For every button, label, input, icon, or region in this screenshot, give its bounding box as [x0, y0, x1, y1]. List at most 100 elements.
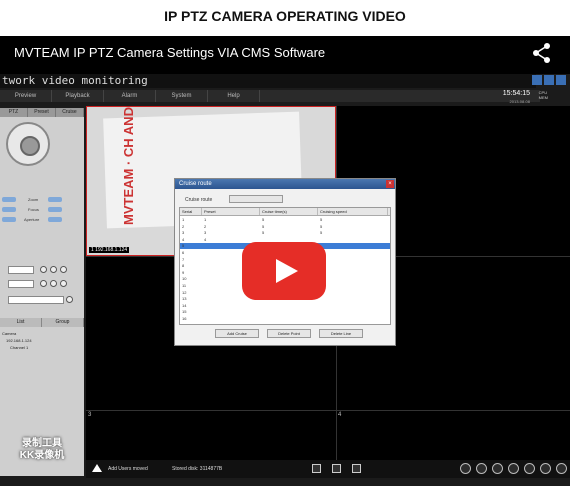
clock-time: 15:54:15 [502, 90, 530, 97]
dialog-mode-input [229, 195, 283, 203]
share-icon[interactable] [532, 42, 552, 64]
clock-date: 2013-08-08 [509, 99, 530, 104]
layout-1-icon [460, 463, 471, 474]
focus-label: Focus [28, 207, 39, 212]
dialog-title: Cruise route [179, 181, 212, 187]
tab-preset: Preset [28, 108, 56, 117]
page-heading: IP PTZ CAMERA OPERATING VIDEO [164, 8, 406, 24]
preset-delete-icon [60, 266, 67, 273]
table-cell: 4 [204, 236, 207, 242]
toolbar-disk-info: Stored disk: 3114877B [172, 466, 223, 472]
minimize-icon [532, 75, 542, 85]
cms-left-panel: PTZ Preset Cruise Zoom Focus Aperture Li… [0, 108, 84, 476]
camera-scene-text: MVTEAM · CH AND DVR KIT [121, 106, 136, 225]
delete-line-button: Delete Line [319, 329, 363, 338]
zoom-plus-button [48, 197, 62, 202]
table-cell: 2 [182, 223, 185, 229]
youtube-play-icon[interactable] [242, 242, 326, 300]
ptz-aperture-row: Aperture [0, 216, 84, 224]
track-select [8, 296, 64, 304]
cms-title: twork video monitoring [0, 74, 536, 88]
layout-9-icon [492, 463, 503, 474]
mem-label: MEM [538, 95, 548, 100]
video-title[interactable]: MVTEAM IP PTZ Camera Settings VIA CMS So… [14, 45, 325, 60]
cms-window-buttons [532, 75, 566, 85]
table-row: 15 [180, 309, 390, 315]
video-title-bar: MVTEAM IP PTZ Camera Settings VIA CMS So… [0, 36, 570, 70]
table-cell: 7 [182, 256, 185, 262]
recorder-watermark: 录制工具 KK录像机 [4, 438, 80, 462]
fullscreen-icon [524, 463, 535, 474]
table-cell: 3 [204, 230, 207, 236]
dialog-mode-label: Cruise route [185, 197, 213, 203]
tree-channel: Channel 1 [10, 345, 29, 350]
col-serial: Serial [180, 208, 202, 215]
table-cell: 6 [182, 250, 185, 255]
ptz-tabs: PTZ Preset Cruise [0, 108, 84, 117]
cruise-select [8, 280, 34, 288]
table-row: 2 2 5 5 [180, 224, 390, 230]
tab-group: Group [42, 318, 84, 327]
table-row: 3 3 5 5 [180, 230, 390, 236]
watermark-line-2: KK录像机 [19, 450, 65, 461]
table-cell: 4 [182, 236, 185, 242]
table-cell: 14 [182, 302, 187, 308]
table-cell: 5 [320, 223, 323, 229]
settings-icon [556, 463, 567, 474]
table-cell: 1 [204, 217, 207, 222]
preset-set-icon [40, 266, 47, 273]
video-player[interactable]: MVTEAM IP PTZ Camera Settings VIA CMS So… [0, 36, 570, 486]
focus-minus-button [2, 207, 16, 212]
table-cell: 9 [182, 269, 185, 275]
track-icon [66, 296, 73, 303]
toolbar-status: Add Users moved [108, 466, 148, 472]
aperture-label: Aperture [24, 217, 40, 222]
table-cell: 10 [182, 276, 187, 282]
menu-preview: Preview [0, 90, 52, 102]
device-tree: Camera 192.168.1.124 Channel 1 [2, 330, 32, 351]
focus-plus-button [48, 207, 62, 212]
dialog-title-bar: Cruise route × [175, 179, 395, 189]
tab-cruise: Cruise [56, 108, 84, 117]
tree-root: Camera [2, 331, 17, 336]
table-cell: 5 [262, 223, 265, 229]
dialog-buttons: Add Cruise Delete Point Delete Line [179, 329, 391, 341]
table-cell: 5 [262, 230, 265, 236]
table-row: 14 [180, 303, 390, 309]
table-cell: 8 [182, 263, 185, 269]
table-cell: 5 [182, 243, 185, 249]
ptz-focus-row: Focus [0, 206, 84, 214]
eject-icon [92, 464, 102, 472]
volume-icon [540, 463, 551, 474]
aperture-plus-button [48, 217, 62, 222]
aperture-minus-button [2, 217, 16, 222]
preset-call-icon [50, 266, 57, 273]
zoom-label: Zoom [28, 197, 39, 202]
table-cell: 11 [182, 283, 187, 288]
table-cell: 3 [182, 230, 185, 236]
camera-feed-label: 1 192.168.1.124 [89, 247, 130, 253]
table-row: 1 1 5 5 [180, 217, 390, 223]
tree-device: 192.168.1.124 [6, 338, 32, 343]
table-cell: 1 [182, 217, 185, 222]
menu-playback: Playback [52, 90, 104, 102]
tab-ptz: PTZ [0, 108, 28, 117]
dialog-close-icon: × [386, 180, 394, 188]
table-cell: 13 [182, 296, 187, 302]
stop-icon [312, 464, 321, 473]
menu-help: Help [208, 90, 260, 102]
preset-select [8, 266, 34, 274]
col-cruise-time: Cruise time(s) [260, 208, 318, 215]
menu-alarm: Alarm [104, 90, 156, 102]
zoom-minus-button [2, 197, 16, 202]
record-icon [332, 464, 341, 473]
grid-divider-h2 [86, 410, 570, 411]
table-cell: 16 [182, 316, 187, 321]
cpu-meter: CPU MEM [539, 90, 548, 100]
table-cell: 2 [204, 223, 207, 229]
layout-16-icon [508, 463, 519, 474]
close-icon [556, 75, 566, 85]
device-tabs: List Group [0, 318, 84, 327]
cruise-start-icon [40, 280, 47, 287]
table-cell: 5 [320, 217, 323, 222]
